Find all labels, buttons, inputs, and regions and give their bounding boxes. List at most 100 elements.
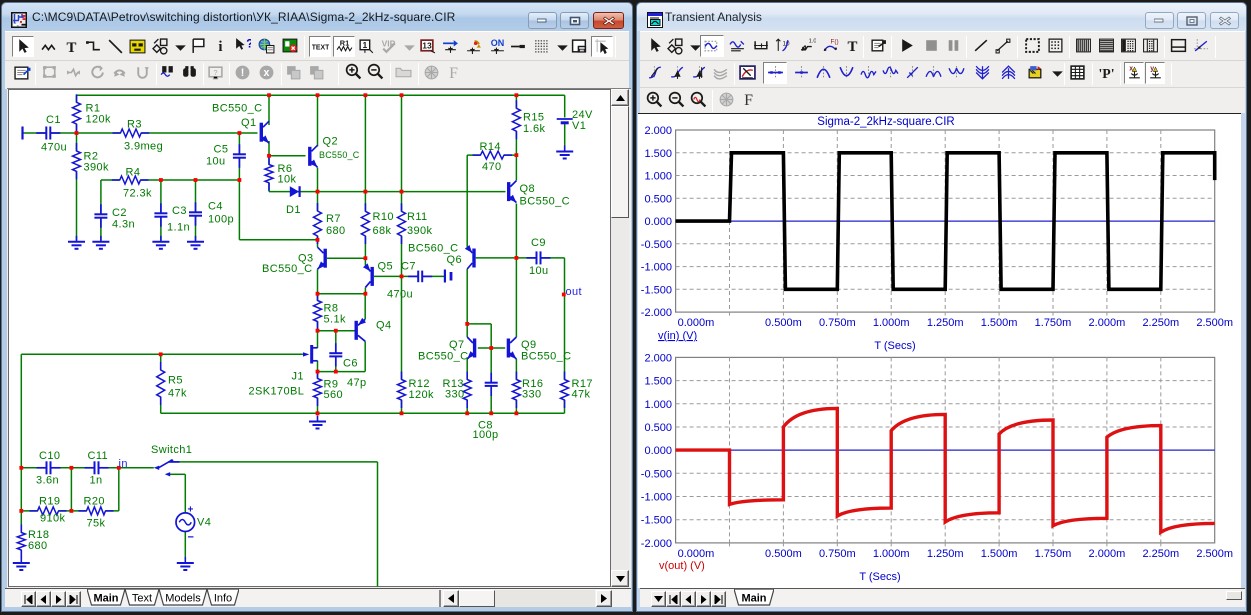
svg-text:−: − [188, 532, 195, 544]
svg-text:C5: C5 [214, 144, 229, 156]
svg-text:1.500m: 1.500m [981, 548, 1018, 560]
svg-text:R14: R14 [480, 141, 501, 153]
svg-text:1.000m: 1.000m [873, 317, 910, 329]
svg-text:2.500m: 2.500m [1196, 548, 1233, 560]
svg-text:10u: 10u [529, 265, 549, 277]
svg-text:1.000: 1.000 [644, 399, 672, 411]
svg-text:1.250m: 1.250m [927, 317, 964, 329]
svg-text:680: 680 [28, 540, 48, 552]
svg-text:C1: C1 [46, 114, 61, 126]
svg-text:Main: Main [741, 593, 766, 605]
svg-text:1.500: 1.500 [644, 148, 672, 160]
svg-text:R11: R11 [407, 211, 428, 223]
svg-text:-0.500: -0.500 [641, 468, 672, 480]
svg-text:100p: 100p [208, 214, 234, 226]
svg-text:V4: V4 [197, 517, 211, 529]
svg-text:+: + [188, 505, 194, 516]
svg-text:Q2: Q2 [323, 136, 338, 148]
svg-text:2.250m: 2.250m [1142, 548, 1179, 560]
svg-text:2.000m: 2.000m [1089, 317, 1126, 329]
svg-text:330: 330 [522, 389, 542, 401]
svg-text:-0.500: -0.500 [641, 239, 672, 251]
svg-text:Info: Info [214, 593, 232, 605]
svg-text:2.000: 2.000 [644, 352, 672, 364]
svg-text:v(out) (V): v(out) (V) [659, 560, 705, 572]
svg-text:Switch1: Switch1 [151, 444, 192, 456]
svg-text:BC550_C: BC550_C [212, 103, 263, 115]
svg-text:R19: R19 [39, 496, 60, 508]
svg-text:0.750m: 0.750m [819, 548, 856, 560]
svg-text:1n: 1n [90, 475, 103, 487]
svg-text:75k: 75k [87, 518, 106, 530]
svg-text:C7: C7 [401, 261, 416, 273]
svg-text:R10: R10 [373, 211, 394, 223]
svg-text:2.000m: 2.000m [1089, 548, 1126, 560]
svg-text:BC550_C: BC550_C [521, 351, 572, 363]
svg-text:2SK170BL: 2SK170BL [249, 386, 305, 398]
svg-text:in: in [119, 458, 128, 470]
svg-text:5.1k: 5.1k [324, 314, 346, 326]
svg-text:BC550_C: BC550_C [319, 150, 360, 160]
svg-text:C9: C9 [531, 237, 546, 249]
svg-text:V1: V1 [572, 120, 586, 132]
svg-text:R15: R15 [523, 112, 544, 124]
svg-text:R20: R20 [84, 496, 105, 508]
svg-text:BC550_C: BC550_C [418, 351, 469, 363]
svg-text:v(in) (V): v(in) (V) [658, 330, 697, 342]
svg-text:10u: 10u [206, 156, 226, 168]
svg-text:1.750m: 1.750m [1035, 548, 1072, 560]
svg-text:-2.000: -2.000 [641, 307, 672, 319]
svg-text:T (Secs): T (Secs) [874, 340, 915, 352]
svg-text:Sigma-2_2kHz-square.CIR: Sigma-2_2kHz-square.CIR [817, 116, 954, 128]
svg-text:1.500: 1.500 [644, 376, 672, 388]
svg-text:-2.000: -2.000 [641, 538, 672, 550]
svg-text:3.9meg: 3.9meg [124, 141, 163, 153]
svg-text:1.1n: 1.1n [167, 222, 190, 234]
svg-text:R5: R5 [168, 375, 183, 387]
svg-text:0.500m: 0.500m [765, 317, 802, 329]
svg-text:-1.000: -1.000 [641, 262, 672, 274]
svg-text:470: 470 [482, 161, 502, 173]
svg-text:0.750m: 0.750m [819, 317, 856, 329]
svg-text:330: 330 [445, 389, 465, 401]
svg-text:0.500: 0.500 [644, 193, 672, 205]
svg-text:390k: 390k [407, 225, 433, 237]
svg-text:10k: 10k [278, 174, 297, 186]
svg-text:1.6k: 1.6k [523, 123, 545, 135]
svg-text:Q5: Q5 [378, 261, 393, 273]
svg-text:120k: 120k [86, 114, 112, 126]
svg-text:C10: C10 [39, 450, 60, 462]
svg-text:D1: D1 [286, 204, 301, 216]
svg-text:0.000: 0.000 [644, 445, 672, 457]
svg-text:C3: C3 [172, 205, 187, 217]
svg-text:0.500: 0.500 [644, 422, 672, 434]
svg-text:R3: R3 [127, 119, 142, 131]
svg-text:2.250m: 2.250m [1142, 317, 1179, 329]
svg-text:2.000: 2.000 [644, 125, 672, 137]
svg-text:0.000m: 0.000m [678, 548, 715, 560]
svg-text:0.000: 0.000 [644, 216, 672, 228]
svg-text:1.750m: 1.750m [1035, 317, 1072, 329]
svg-text:100p: 100p [473, 429, 499, 441]
svg-text:68k: 68k [373, 225, 392, 237]
svg-text:2.500m: 2.500m [1196, 317, 1233, 329]
svg-text:Q9: Q9 [521, 339, 536, 351]
svg-text:120k: 120k [409, 389, 435, 401]
svg-text:C11: C11 [88, 450, 109, 462]
svg-text:1.000m: 1.000m [873, 548, 910, 560]
svg-text:1.000: 1.000 [644, 171, 672, 183]
svg-text:0.000m: 0.000m [678, 317, 715, 329]
svg-text:Models: Models [165, 593, 201, 605]
svg-text:C4: C4 [208, 201, 223, 213]
svg-text:-1.500: -1.500 [641, 515, 672, 527]
svg-text:Q6: Q6 [447, 254, 462, 266]
svg-text:R4: R4 [126, 167, 141, 179]
svg-text:1.250m: 1.250m [927, 548, 964, 560]
svg-text:Text: Text [132, 593, 152, 605]
svg-text:C6: C6 [343, 358, 358, 370]
svg-text:3.6n: 3.6n [36, 475, 59, 487]
svg-text:560: 560 [324, 389, 344, 401]
svg-text:T (Secs): T (Secs) [859, 571, 900, 583]
svg-text:Q4: Q4 [376, 320, 391, 332]
svg-text:0.500m: 0.500m [765, 548, 802, 560]
